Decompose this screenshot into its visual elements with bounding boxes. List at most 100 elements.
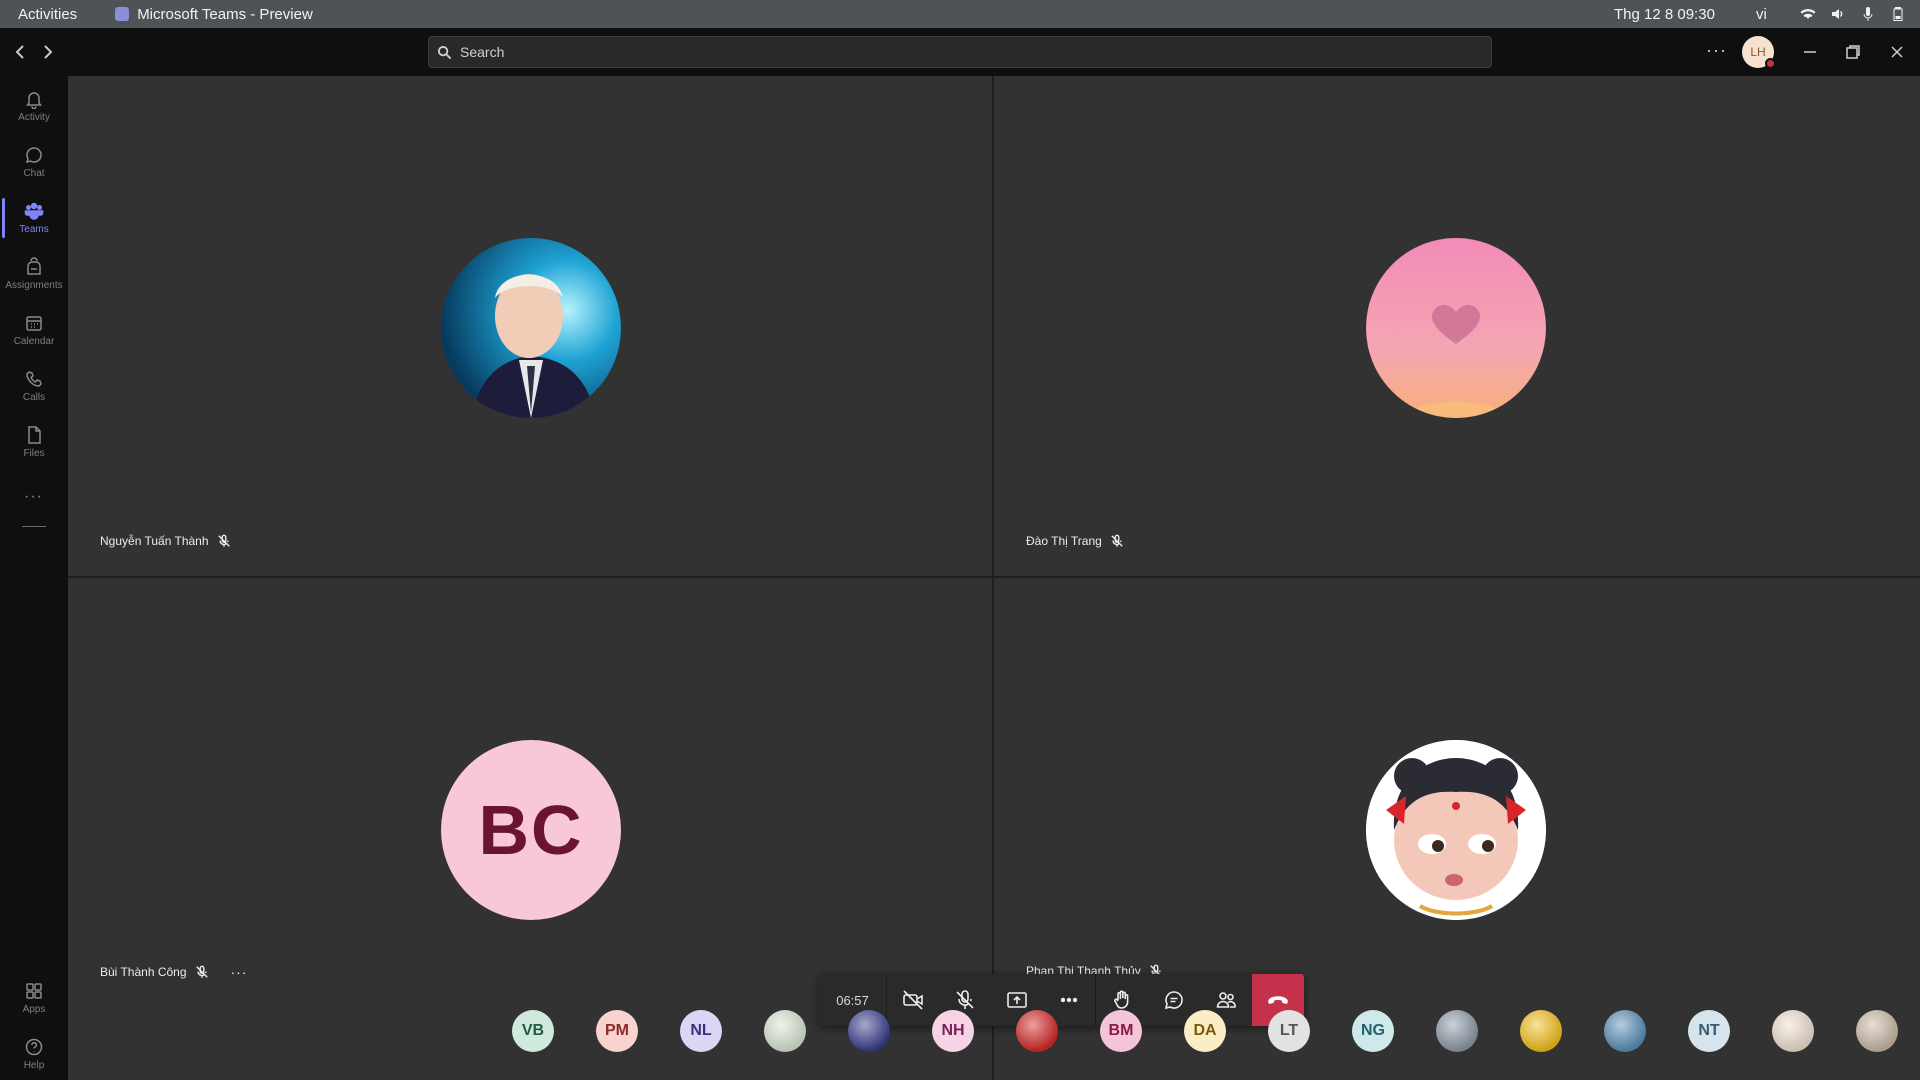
rail-item-calls[interactable]: Calls (0, 360, 68, 412)
participant-strip-avatar[interactable] (1436, 1010, 1478, 1052)
participant-strip-avatar[interactable]: NL (680, 1010, 722, 1052)
rail-item-label: Activity (18, 112, 50, 123)
raise-hand-icon (1114, 990, 1129, 1009)
rail-item-label: Apps (22, 1004, 46, 1015)
participant-strip-initials: NL (690, 1022, 712, 1039)
participant-strip-avatar[interactable]: NT (1688, 1010, 1730, 1052)
share-tray-icon (1007, 992, 1027, 1008)
teams-title-bar: ··· LH (0, 28, 1920, 76)
participants-strip: VB PM NL NH BM DA LT NG NT (512, 1010, 1898, 1052)
microphone-icon (1863, 7, 1873, 21)
settings-more-button[interactable]: ··· (1706, 40, 1727, 61)
file-icon (28, 426, 41, 444)
chat-icon (1164, 991, 1183, 1010)
participant-name: Đào Thị Trang (1026, 534, 1102, 548)
app-menu[interactable]: Microsoft Teams - Preview (115, 6, 313, 23)
participant-strip-initials: BM (1108, 1022, 1134, 1039)
rail-item-assignments[interactable]: Assignments (0, 248, 68, 300)
participant-name-row: Đào Thị Trang (1026, 534, 1124, 548)
system-top-bar: Activities Microsoft Teams - Preview Thg… (0, 0, 1920, 28)
participant-strip-avatar[interactable]: PM (596, 1010, 638, 1052)
teams-app-icon (115, 7, 130, 21)
rail-item-activity[interactable]: Activity (0, 80, 68, 132)
participant-initials: BC (478, 791, 584, 869)
participant-strip-avatar[interactable]: BM (1100, 1010, 1142, 1052)
participant-strip-initials: VB (521, 1022, 545, 1039)
activities-button[interactable]: Activities (18, 6, 77, 23)
restore-icon (1846, 45, 1860, 59)
participant-tile[interactable]: Đào Thị Trang (994, 76, 1920, 576)
participant-name-row: Nguyễn Tuấn Thành (100, 534, 231, 548)
back-arrow-icon[interactable] (10, 42, 30, 62)
participant-avatar (441, 238, 621, 418)
participant-strip-avatar[interactable]: VB (512, 1010, 554, 1052)
participant-tile[interactable]: Nguyễn Tuấn Thành (68, 76, 992, 576)
more-icon (1060, 997, 1078, 1003)
rail-item-files[interactable]: Files (0, 416, 68, 468)
rail-more-apps[interactable]: ··· (24, 488, 43, 506)
restore-button[interactable] (1841, 40, 1865, 64)
rail-item-help[interactable]: Help (0, 1028, 68, 1080)
profile-avatar[interactable]: LH (1742, 36, 1776, 69)
rail-item-label: Calls (22, 392, 46, 403)
minimize-icon (1804, 51, 1816, 53)
rail-item-label: Teams (19, 224, 49, 235)
rail-item-label: Calendar (13, 336, 55, 347)
presence-status-dot (1765, 58, 1776, 69)
search-icon (437, 45, 452, 59)
close-icon (1891, 46, 1903, 58)
participant-more-button[interactable]: ··· (231, 964, 248, 980)
battery-icon (1893, 7, 1903, 21)
rail-item-label: Chat (23, 168, 45, 179)
teams-icon (24, 202, 44, 220)
rail-item-calendar[interactable]: Calendar (0, 304, 68, 356)
chat-icon (25, 147, 42, 164)
rail-item-apps[interactable]: Apps (0, 972, 68, 1024)
participant-strip-avatar[interactable] (1856, 1010, 1898, 1052)
rail-item-label: Assignments (5, 280, 63, 291)
participant-strip-avatar[interactable] (1016, 1010, 1058, 1052)
participant-strip-avatar[interactable] (1604, 1010, 1646, 1052)
participant-strip-avatar[interactable]: NG (1352, 1010, 1394, 1052)
input-language[interactable]: vi (1756, 6, 1767, 23)
rail-divider (22, 526, 46, 527)
forward-arrow-icon[interactable] (38, 42, 58, 62)
participant-strip-avatar[interactable] (764, 1010, 806, 1052)
profile-initials: LH (1750, 45, 1766, 59)
rail-item-chat[interactable]: Chat (0, 136, 68, 188)
people-icon (1216, 992, 1236, 1008)
volume-icon (1832, 9, 1843, 19)
clock[interactable]: Thg 12 8 09:30 (1614, 6, 1715, 23)
participant-name: Nguyễn Tuấn Thành (100, 534, 209, 548)
participant-strip-avatar[interactable]: NH (932, 1010, 974, 1052)
wifi-icon (1800, 9, 1816, 19)
participant-strip-initials: PM (605, 1022, 629, 1039)
search-input[interactable] (460, 44, 1460, 60)
close-button[interactable] (1885, 40, 1909, 64)
participant-avatar: BC (441, 740, 621, 920)
system-tray[interactable] (1800, 6, 1906, 22)
mic-off-icon (1111, 534, 1123, 547)
participant-avatar (1366, 238, 1546, 418)
rail-item-label: Files (23, 448, 45, 459)
rail-item-label: Help (23, 1060, 45, 1071)
participant-strip-avatar[interactable] (1520, 1010, 1562, 1052)
participant-strip-initials: DA (1193, 1022, 1217, 1039)
participant-strip-avatar[interactable]: DA (1184, 1010, 1226, 1052)
participant-avatar (1366, 740, 1546, 920)
participant-strip-initials: NT (1698, 1022, 1720, 1039)
participant-strip-avatar[interactable] (1772, 1010, 1814, 1052)
camera-off-icon (903, 990, 923, 1010)
participant-strip-initials: LT (1279, 1022, 1299, 1039)
participant-strip-avatar[interactable]: LT (1268, 1010, 1310, 1052)
search-box[interactable] (428, 36, 1492, 68)
mic-off-icon (956, 990, 974, 1009)
participant-strip-avatar[interactable] (848, 1010, 890, 1052)
minimize-button[interactable] (1798, 40, 1822, 64)
participant-name: Bùi Thành Công (100, 965, 187, 979)
bell-icon (26, 92, 42, 109)
apps-icon (26, 983, 42, 999)
participant-strip-initials: NH (941, 1022, 965, 1039)
app-rail: Activity Chat Teams Assignments Calendar… (0, 76, 68, 1080)
rail-item-teams[interactable]: Teams (0, 192, 68, 244)
